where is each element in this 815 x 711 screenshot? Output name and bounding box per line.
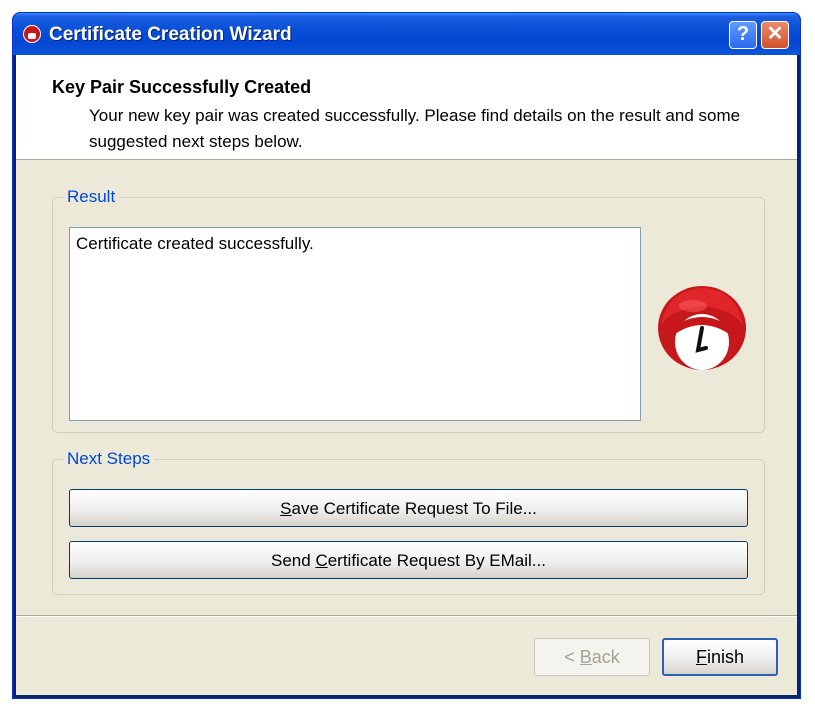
next-steps-group-label: Next Steps xyxy=(63,449,155,469)
help-button[interactable]: ? xyxy=(729,21,757,49)
back-button[interactable]: < Back xyxy=(534,638,650,676)
save-button-label: ave Certificate Request To File... xyxy=(291,499,537,518)
title-bar[interactable]: Certificate Creation Wizard ? ✕ xyxy=(13,13,800,55)
page-description: Your new key pair was created successful… xyxy=(89,106,741,151)
result-text-area[interactable]: Certificate created successfully. xyxy=(69,227,641,421)
page-title: Key Pair Successfully Created xyxy=(52,77,312,97)
wizard-window: Certificate Creation Wizard ? ✕ Key Pair… xyxy=(12,12,801,699)
result-group: Result Certificate created successfully. xyxy=(52,187,765,433)
next-steps-group: Next Steps Save Certificate Request To F… xyxy=(52,449,765,595)
app-icon[interactable] xyxy=(23,25,41,43)
finish-button-label: inish xyxy=(706,647,745,667)
dialog-body: Key Pair Successfully Created Your new k… xyxy=(16,55,797,695)
save-request-to-file-button[interactable]: Save Certificate Request To File... xyxy=(69,489,748,527)
result-group-label: Result xyxy=(63,187,120,207)
back-button-label: ack xyxy=(591,647,620,667)
finish-button[interactable]: Finish xyxy=(662,638,778,676)
footer-separator xyxy=(16,615,797,617)
send-button-label: ertificate Request By EMail... xyxy=(327,551,546,570)
wizard-header: Key Pair Successfully Created Your new k… xyxy=(16,55,797,160)
send-button-mnemonic: C xyxy=(315,551,328,570)
mascot-icon xyxy=(658,286,746,370)
send-button-label-prefix: Send xyxy=(271,551,316,570)
window-title: Certificate Creation Wizard xyxy=(49,24,292,45)
finish-button-mnemonic: F xyxy=(695,647,707,667)
send-request-by-email-button[interactable]: Send Certificate Request By EMail... xyxy=(69,541,748,579)
back-button-prefix: < xyxy=(564,647,580,667)
save-button-mnemonic: S xyxy=(280,499,292,518)
back-button-mnemonic: B xyxy=(579,647,592,667)
close-button[interactable]: ✕ xyxy=(761,21,789,49)
